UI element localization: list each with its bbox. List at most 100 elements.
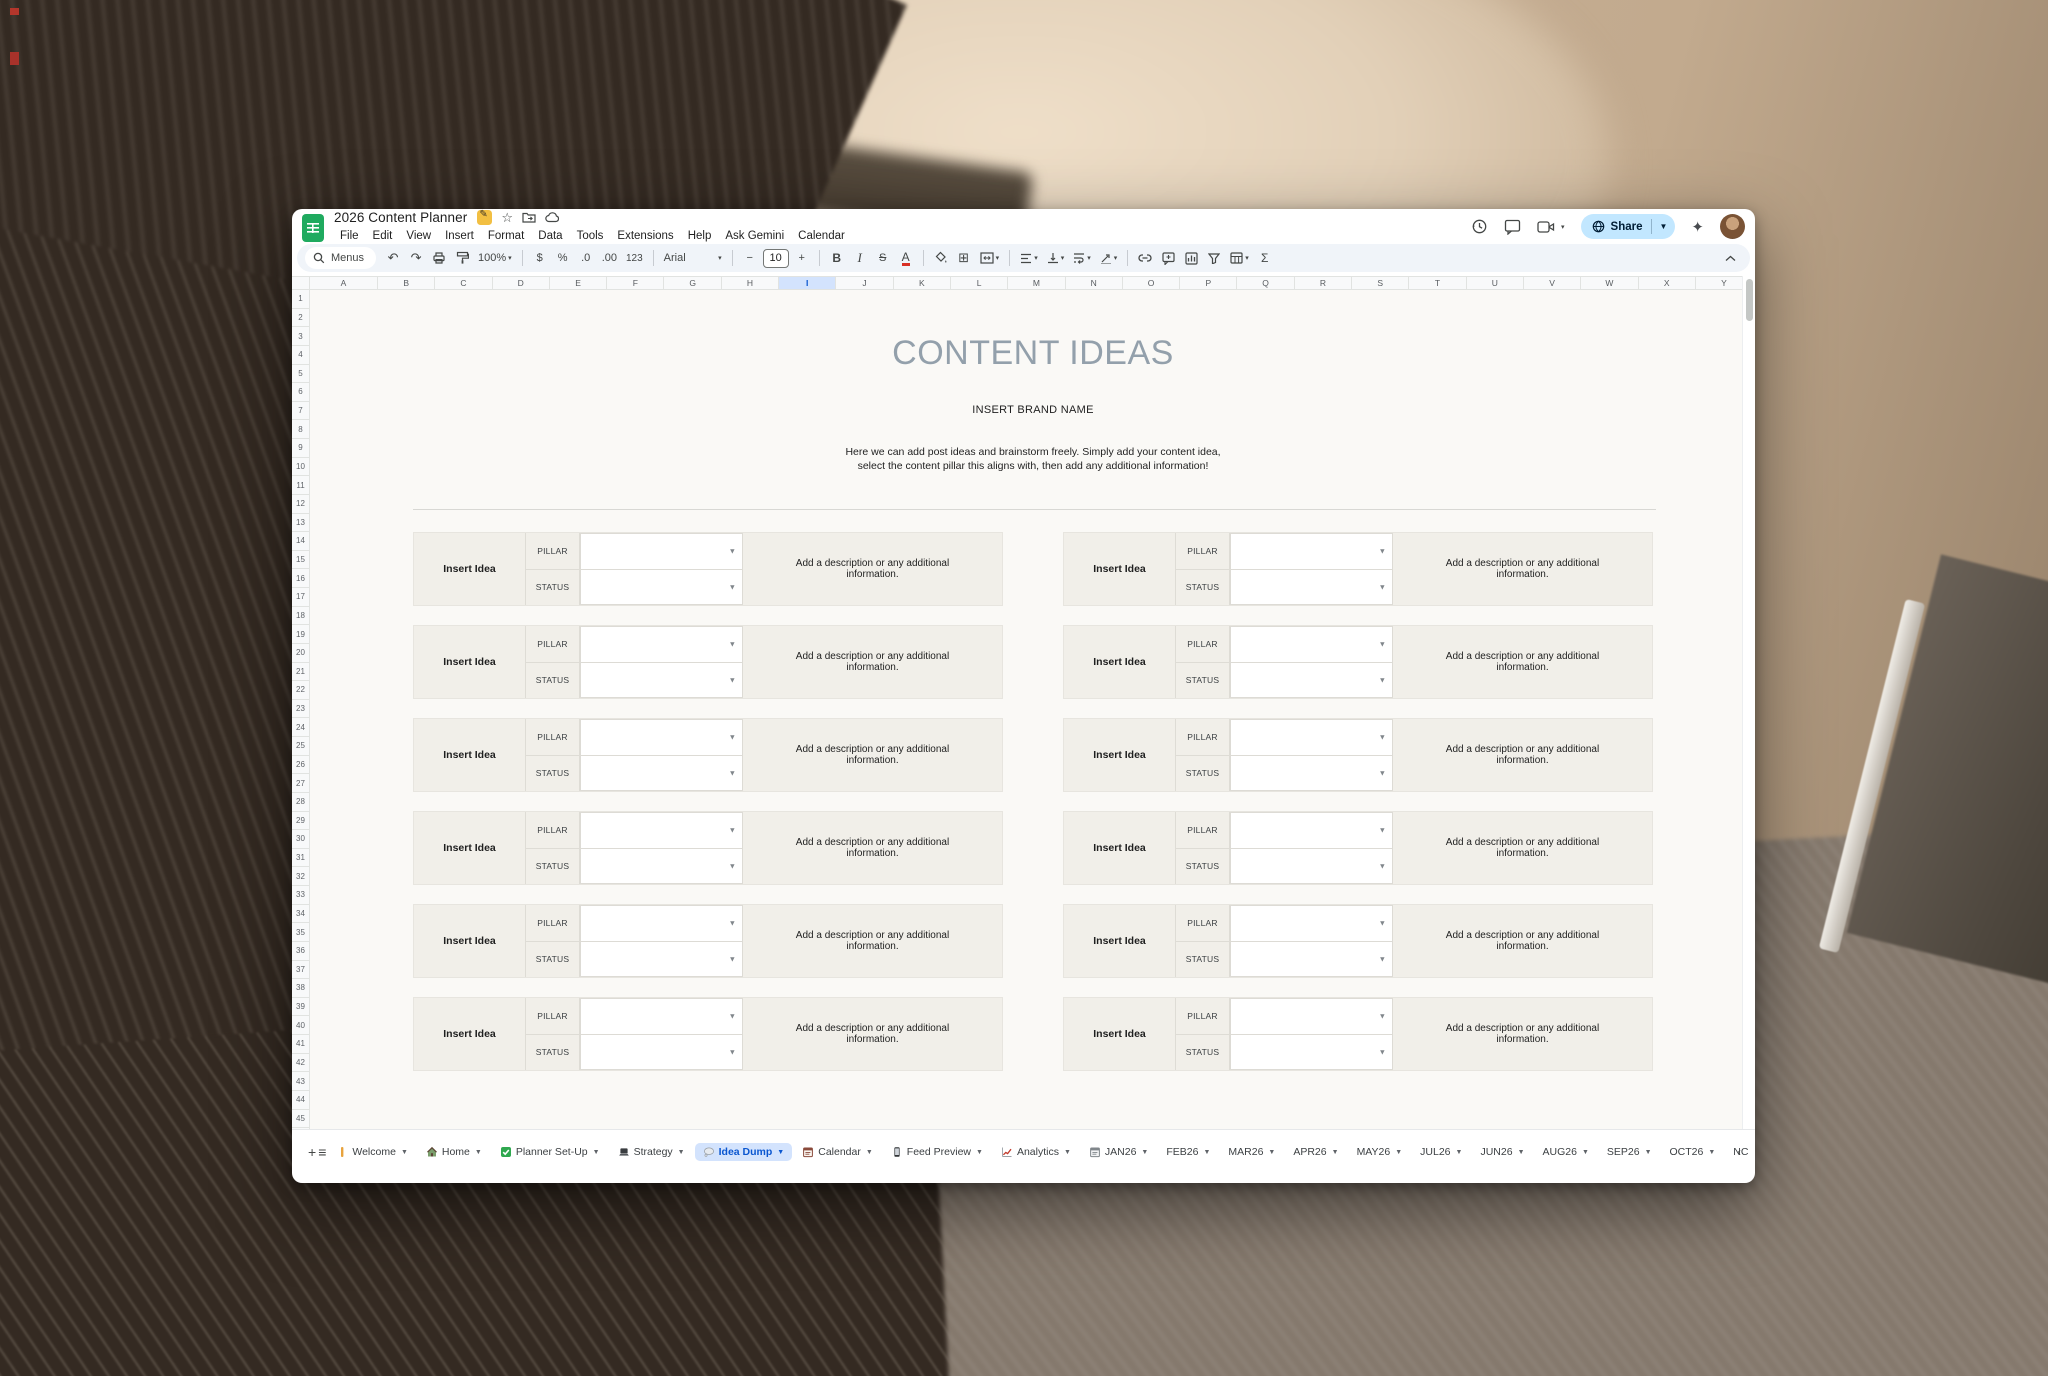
- row-header-43[interactable]: 43: [292, 1072, 310, 1091]
- column-header-f[interactable]: F: [607, 276, 665, 290]
- description-cell[interactable]: Add a description or any additional info…: [1393, 998, 1652, 1070]
- insert-idea-cell[interactable]: Insert Idea: [1064, 812, 1176, 884]
- status-dropdown[interactable]: ▼: [1230, 661, 1393, 698]
- sheet-canvas[interactable]: CONTENT IDEAS INSERT BRAND NAME Here we …: [310, 290, 1742, 1129]
- row-header-39[interactable]: 39: [292, 997, 310, 1017]
- status-dropdown[interactable]: ▼: [580, 754, 743, 791]
- text-color-button[interactable]: A: [896, 247, 916, 269]
- sheet-tab-aug26[interactable]: AUG26 ▼: [1535, 1143, 1597, 1161]
- pillar-dropdown[interactable]: ▼: [1230, 626, 1393, 662]
- menu-item-data[interactable]: Data: [532, 228, 568, 244]
- text-rotation-button[interactable]: ▾: [1097, 247, 1121, 269]
- row-header-14[interactable]: 14: [292, 532, 310, 551]
- cloud-status-icon[interactable]: [545, 211, 560, 223]
- row-header-42[interactable]: 42: [292, 1053, 310, 1073]
- row-header-12[interactable]: 12: [292, 494, 310, 514]
- decrease-decimal-button[interactable]: .0: [576, 247, 596, 269]
- row-header-37[interactable]: 37: [292, 960, 310, 980]
- column-header-c[interactable]: C: [435, 276, 493, 290]
- sheet-tab-feb26[interactable]: FEB26 ▼: [1158, 1143, 1218, 1161]
- menu-item-calendar[interactable]: Calendar: [792, 228, 851, 244]
- sheet-tab-jul26[interactable]: JUL26 ▼: [1412, 1143, 1470, 1161]
- sheet-tab-oct26[interactable]: OCT26 ▼: [1662, 1143, 1724, 1161]
- insert-idea-cell[interactable]: Insert Idea: [1064, 998, 1176, 1070]
- collapse-toolbar-icon[interactable]: [1720, 247, 1740, 269]
- row-header-23[interactable]: 23: [292, 699, 310, 719]
- format-percent-button[interactable]: %: [553, 247, 573, 269]
- column-header-g[interactable]: G: [664, 276, 722, 290]
- description-cell[interactable]: Add a description or any additional info…: [1393, 719, 1652, 791]
- sheet-tab-analytics[interactable]: Analytics ▼: [993, 1143, 1079, 1161]
- sheet-tab-planner-set-up[interactable]: Planner Set-Up ▼: [492, 1143, 608, 1161]
- menu-item-tools[interactable]: Tools: [571, 228, 610, 244]
- insert-chart-icon[interactable]: [1181, 247, 1201, 269]
- insert-idea-cell[interactable]: Insert Idea: [414, 998, 526, 1070]
- create-filter-icon[interactable]: [1204, 247, 1224, 269]
- column-header-b[interactable]: B: [378, 276, 436, 290]
- status-dropdown[interactable]: ▼: [580, 661, 743, 698]
- row-header-6[interactable]: 6: [292, 383, 310, 402]
- pillar-dropdown[interactable]: ▼: [1230, 719, 1393, 755]
- insert-link-icon[interactable]: [1135, 247, 1155, 269]
- description-cell[interactable]: Add a description or any additional info…: [1393, 905, 1652, 977]
- text-wrap-button[interactable]: ▾: [1070, 247, 1094, 269]
- menu-item-extensions[interactable]: Extensions: [611, 228, 679, 244]
- fill-color-icon[interactable]: [931, 247, 951, 269]
- font-size-input[interactable]: 10: [762, 248, 789, 268]
- version-history-icon[interactable]: [1471, 218, 1488, 235]
- sheet-tab-jun26[interactable]: JUN26 ▼: [1472, 1143, 1532, 1161]
- search-menus-button[interactable]: Menus: [305, 247, 377, 269]
- row-header-3[interactable]: 3: [292, 327, 310, 346]
- redo-icon[interactable]: ↷: [406, 247, 426, 269]
- status-dropdown[interactable]: ▼: [580, 847, 743, 884]
- print-icon[interactable]: [429, 247, 449, 269]
- vertical-align-button[interactable]: ▾: [1044, 247, 1068, 269]
- insert-comment-icon[interactable]: [1158, 247, 1178, 269]
- pillar-dropdown[interactable]: ▼: [580, 998, 743, 1034]
- menu-item-view[interactable]: View: [400, 228, 437, 244]
- insert-idea-cell[interactable]: Insert Idea: [414, 719, 526, 791]
- row-header-28[interactable]: 28: [292, 792, 310, 812]
- menu-item-insert[interactable]: Insert: [439, 228, 480, 244]
- column-header-v[interactable]: V: [1523, 276, 1582, 290]
- font-family-select[interactable]: Arial ▾: [661, 247, 725, 269]
- insert-idea-cell[interactable]: Insert Idea: [1064, 626, 1176, 698]
- row-header-30[interactable]: 30: [292, 830, 310, 849]
- row-header-11[interactable]: 11: [292, 476, 310, 495]
- merge-cells-button[interactable]: ▾: [977, 247, 1003, 269]
- description-cell[interactable]: Add a description or any additional info…: [1393, 533, 1652, 605]
- strikethrough-button[interactable]: S: [873, 247, 893, 269]
- column-header-w[interactable]: W: [1581, 276, 1639, 290]
- column-header-t[interactable]: T: [1409, 276, 1467, 290]
- row-header-26[interactable]: 26: [292, 755, 310, 775]
- row-header-40[interactable]: 40: [292, 1016, 310, 1035]
- star-icon[interactable]: ☆: [501, 211, 513, 224]
- column-header-o[interactable]: O: [1122, 276, 1181, 290]
- column-header-m[interactable]: M: [1008, 276, 1066, 290]
- row-header-41[interactable]: 41: [292, 1035, 310, 1054]
- insert-idea-cell[interactable]: Insert Idea: [1064, 719, 1176, 791]
- description-cell[interactable]: Add a description or any additional info…: [743, 812, 1002, 884]
- undo-icon[interactable]: ↶: [383, 247, 403, 269]
- row-header-27[interactable]: 27: [292, 774, 310, 793]
- sheet-tab-sep26[interactable]: SEP26 ▼: [1599, 1143, 1660, 1161]
- description-cell[interactable]: Add a description or any additional info…: [743, 905, 1002, 977]
- row-header-1[interactable]: 1: [292, 290, 310, 309]
- menu-item-help[interactable]: Help: [682, 228, 718, 244]
- comments-icon[interactable]: [1504, 219, 1521, 235]
- pillar-dropdown[interactable]: ▼: [580, 626, 743, 662]
- row-header-2[interactable]: 2: [292, 308, 310, 328]
- row-header-35[interactable]: 35: [292, 923, 310, 942]
- sheet-tab-apr26[interactable]: APR26 ▼: [1285, 1143, 1346, 1161]
- description-cell[interactable]: Add a description or any additional info…: [743, 998, 1002, 1070]
- insert-idea-cell[interactable]: Insert Idea: [1064, 533, 1176, 605]
- status-dropdown[interactable]: ▼: [1230, 940, 1393, 977]
- pillar-dropdown[interactable]: ▼: [580, 719, 743, 755]
- sheet-tab-idea-dump[interactable]: Idea Dump ▼: [694, 1143, 793, 1161]
- sheet-tab-strategy[interactable]: Strategy ▼: [610, 1143, 693, 1161]
- video-call-icon[interactable]: ▾: [1537, 220, 1565, 234]
- pillar-dropdown[interactable]: ▼: [1230, 905, 1393, 941]
- status-dropdown[interactable]: ▼: [1230, 847, 1393, 884]
- insert-idea-cell[interactable]: Insert Idea: [414, 533, 526, 605]
- more-formats-button[interactable]: 123: [623, 247, 646, 269]
